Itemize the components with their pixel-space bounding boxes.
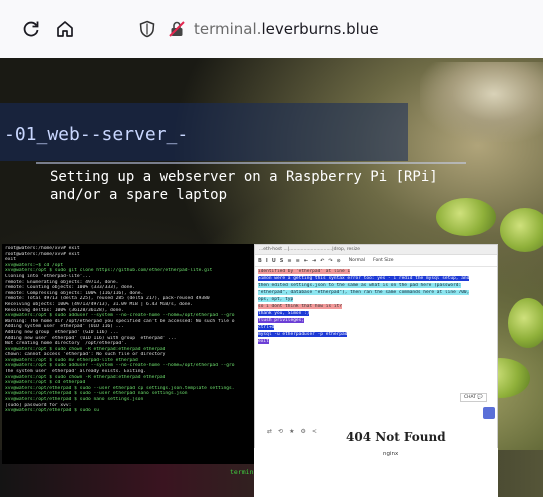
pad-line: then edited settings.json to the same as…	[258, 283, 494, 289]
pad-line: Simon were a getting this syntax error t…	[258, 276, 494, 282]
pad-line: flush privileges;	[258, 318, 494, 324]
pad-editor[interactable]: identified by 'etherpad' at line 1 Simon …	[258, 269, 494, 419]
pad-line: so i dont think that how is it?	[258, 304, 494, 310]
pad-text-line: flush privileges;	[258, 318, 305, 323]
url-prefix: terminal.	[194, 20, 262, 38]
pad-line: exit	[258, 339, 494, 345]
not-found-page	[254, 448, 498, 497]
format-tool-button[interactable]: ↷	[328, 258, 332, 264]
terminal-window[interactable]: root@waters:/home/xvv# exit root@waters:/…	[2, 244, 266, 464]
pad-text-line: ops, opt, typ	[258, 297, 294, 302]
timeslider-icon[interactable]: ⟲	[278, 428, 283, 435]
format-tool-button[interactable]: S	[280, 258, 284, 264]
pad-line: ctrl+d	[258, 325, 494, 331]
pad-line: thank you, Simon :)	[258, 311, 494, 317]
pad-line: ops, opt, typ	[258, 297, 494, 303]
lilypad-image	[500, 208, 543, 252]
shield-icon[interactable]	[138, 20, 156, 38]
pad-line: mysql -u etherpaduser -p etherpad	[258, 332, 494, 338]
address-bar[interactable]: terminal. leverburns.blue	[138, 12, 543, 46]
page-viewport: -01_web--server_- Setting up a webserver…	[0, 58, 543, 497]
style-select[interactable]: Normal	[349, 258, 365, 263]
server-signature: nginx	[383, 451, 399, 457]
format-tool-button[interactable]: B	[258, 258, 262, 264]
insecure-lock-icon[interactable]	[168, 20, 186, 38]
format-tool-button[interactable]: ↶	[320, 258, 324, 264]
browser-toolbar: terminal. leverburns.blue	[0, 0, 543, 58]
pad-toolbar: B I U S ≡ ≡ ⇤ ⇥ ↶ ↷ ⊙ Normal Font Size	[255, 255, 497, 267]
pad-text-line: Simon were a getting this syntax error t…	[258, 276, 470, 281]
pad-text-line: mysql -u etherpaduser -p etherpad	[258, 332, 348, 337]
format-tool-button[interactable]: ⇤	[304, 258, 308, 264]
chat-button[interactable]: CHAT 💬	[459, 393, 487, 402]
chat-label: CHAT	[463, 395, 476, 400]
not-found-heading: 404 Not Found	[346, 430, 446, 444]
settings-icon[interactable]: ⚙	[300, 428, 305, 435]
pad-text-line: then edited settings.json to the same as…	[258, 283, 462, 288]
lilypad-image	[508, 298, 543, 348]
pad-text-line: exit	[258, 339, 269, 344]
home-icon[interactable]	[52, 16, 78, 42]
sky-reflection	[420, 62, 543, 142]
format-tool-button[interactable]: ⇥	[312, 258, 316, 264]
terminal-line: xvv@waters:/opt/etherpad $ sudo su	[5, 408, 100, 414]
chat-toggle-icon[interactable]	[483, 407, 495, 419]
pad-tabs[interactable]: ...eth-host ...|........................…	[255, 245, 497, 255]
pad-text-line: "etherpad", database "etherpad"), then r…	[258, 290, 470, 295]
pad-text-line: thank you, Simon :)	[258, 311, 310, 316]
slide-title: -01_web--server_-	[4, 124, 189, 145]
terminal-line: xvv@waters:/opt $ sudo adduser --system …	[5, 313, 235, 319]
star-icon[interactable]: ★	[289, 428, 294, 435]
url-host: leverburns.blue	[261, 20, 379, 38]
pad-line: "etherpad", database "etherpad"), then r…	[258, 290, 494, 296]
pad-text-line: identified by 'etherpad' at line 1	[258, 269, 351, 274]
format-tool-button[interactable]: I	[266, 258, 268, 264]
pad-text-line: ctrl+d	[258, 325, 275, 330]
size-select[interactable]: Font Size	[373, 258, 393, 263]
pad-line: identified by 'etherpad' at line 1	[258, 269, 494, 275]
chat-bubble-icon: 💬	[477, 395, 483, 400]
format-tool-button[interactable]: ⊙	[337, 258, 341, 264]
pad-text-line: so i dont think that how is it?	[258, 304, 342, 309]
reload-icon[interactable]	[18, 16, 44, 42]
format-tool-button[interactable]: ≡	[296, 258, 300, 264]
share-icon[interactable]: <	[312, 428, 317, 435]
slide-subtitle: Setting up a webserver on a Raspberry Pi…	[50, 169, 438, 203]
format-tool-button[interactable]: ≡	[287, 258, 291, 264]
format-tool-button[interactable]: U	[272, 258, 276, 264]
pad-footer-bar: ⇄ ⟲ ★ ⚙ <	[255, 423, 345, 439]
history-icon[interactable]: ⇄	[267, 428, 272, 435]
slide-divider	[36, 162, 466, 164]
